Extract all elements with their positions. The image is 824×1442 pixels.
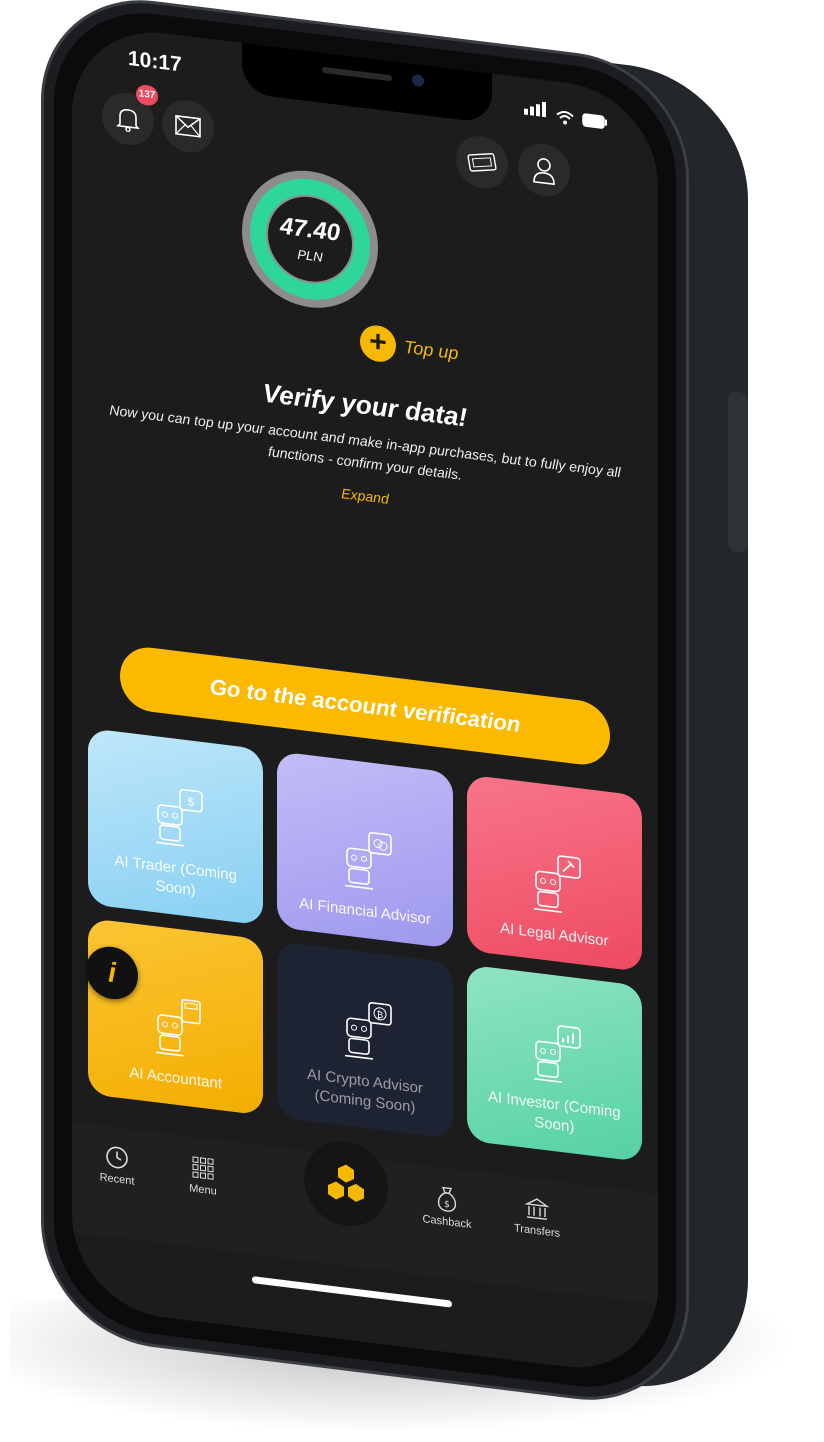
tile-ai-trader[interactable]: $ AI Trader (Coming Soon) <box>88 727 264 926</box>
balance-ring: 47.40 PLN <box>242 162 378 316</box>
tab-transfers[interactable]: Transfers <box>502 1193 572 1242</box>
top-up-button[interactable]: + Top up <box>360 323 458 371</box>
battery-icon <box>582 113 607 129</box>
tile-label: AI Accountant <box>129 1064 222 1093</box>
robot-calculator-icon <box>155 998 201 1057</box>
tile-label: AI Financial Advisor <box>299 894 431 929</box>
tile-ai-crypto-advisor[interactable]: ₿ AI Crypto Advisor (Coming Soon) <box>277 941 453 1139</box>
robot-gavel-icon <box>534 855 582 914</box>
app-screen: 10:17 137 47.40 PLN + Top up Verify your… <box>72 22 658 1378</box>
robot-dollar-icon: $ <box>155 788 203 847</box>
balance-display: 47.40 PLN <box>268 192 352 287</box>
clock-icon <box>106 1146 128 1169</box>
bell-icon <box>116 108 140 133</box>
robot-coins-icon <box>344 832 392 890</box>
tab-recent[interactable]: Recent <box>82 1141 152 1190</box>
wifi-icon <box>556 111 574 125</box>
tab-label: Cashback <box>422 1213 472 1232</box>
tickets-button[interactable] <box>456 133 508 192</box>
balance-ring-progress: 47.40 PLN <box>250 171 370 307</box>
ticket-icon <box>467 153 497 172</box>
envelope-icon <box>175 114 201 138</box>
tile-label: AI Legal Advisor <box>500 919 609 950</box>
tab-cashback[interactable]: $ Cashback <box>412 1182 482 1233</box>
signal-icon <box>524 100 548 123</box>
balance-amount: 47.40 <box>279 212 341 247</box>
profile-button[interactable] <box>518 140 570 200</box>
notifications-button[interactable]: 137 <box>102 83 158 149</box>
messages-button[interactable] <box>162 97 214 156</box>
bank-transfer-icon <box>524 1198 550 1221</box>
plus-icon: + <box>360 323 396 364</box>
info-icon: i <box>108 956 116 989</box>
tile-ai-financial-advisor[interactable]: AI Financial Advisor <box>277 751 453 949</box>
money-bag-icon: $ <box>437 1186 457 1212</box>
tab-label: Recent <box>99 1171 135 1188</box>
status-icons <box>524 100 608 130</box>
tile-label: AI Investor (Coming Soon) <box>488 1088 621 1136</box>
tile-label: AI Trader (Coming Soon) <box>114 852 237 900</box>
tab-label: Menu <box>189 1182 217 1198</box>
volume-button <box>728 390 748 554</box>
ai-services-grid: $ AI Trader (Coming Soon) AI Financial A… <box>88 727 642 1163</box>
svg-text:$: $ <box>444 1200 450 1211</box>
top-up-label: Top up <box>404 336 459 363</box>
tab-menu[interactable]: Menu <box>168 1152 238 1201</box>
tile-ai-investor[interactable]: AI Investor (Coming Soon) <box>466 964 642 1163</box>
hive-icon <box>328 1164 364 1202</box>
phone-frame: 10:17 137 47.40 PLN + Top up Verify your… <box>44 0 686 1410</box>
user-icon <box>533 158 555 186</box>
svg-text:₿: ₿ <box>377 1009 384 1021</box>
home-indicator[interactable] <box>252 1276 452 1308</box>
tab-label: Transfers <box>513 1222 561 1240</box>
tile-label: AI Crypto Advisor (Coming Soon) <box>307 1065 423 1117</box>
tile-ai-legal-advisor[interactable]: AI Legal Advisor <box>466 774 642 973</box>
notifications-badge: 137 <box>136 83 158 107</box>
svg-text:$: $ <box>187 794 195 809</box>
robot-bitcoin-icon: ₿ <box>344 1002 392 1060</box>
grid-icon <box>192 1156 214 1180</box>
status-time: 10:17 <box>128 46 182 77</box>
balance-currency: PLN <box>297 246 323 265</box>
robot-chart-icon <box>534 1025 582 1084</box>
